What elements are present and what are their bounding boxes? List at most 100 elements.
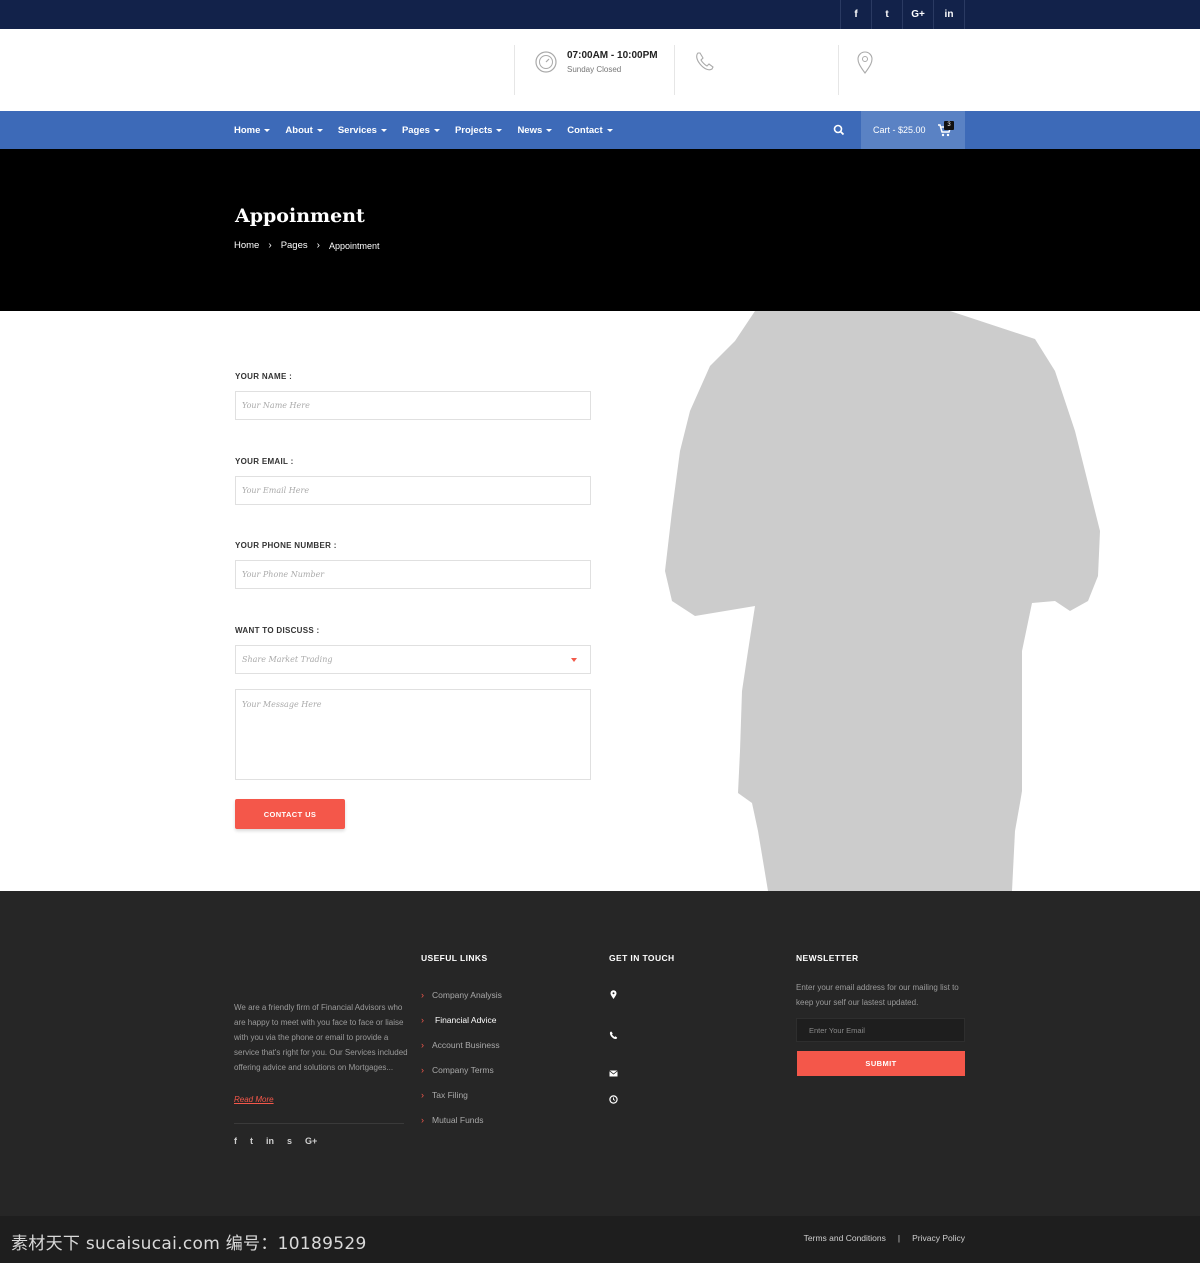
name-input[interactable]: Your Name Here xyxy=(235,391,591,420)
linkedin-icon[interactable]: in xyxy=(266,1136,274,1146)
phone-block xyxy=(692,49,718,75)
chevron-right-icon: › xyxy=(421,989,424,1000)
read-more-link[interactable]: Read More xyxy=(234,1095,274,1104)
nav-label: News xyxy=(517,124,543,136)
get-in-touch-heading: GET IN TOUCH xyxy=(609,953,675,963)
google-plus-icon[interactable]: G+ xyxy=(903,0,934,29)
chevron-down-icon xyxy=(433,128,440,132)
link-label: Account Business xyxy=(432,1039,500,1050)
message-textarea[interactable]: Your Message Here xyxy=(235,689,591,780)
nav-contact[interactable]: Contact xyxy=(567,125,613,136)
nav-projects[interactable]: Projects xyxy=(455,125,503,136)
chevron-right-icon: › xyxy=(316,240,320,251)
phone-input[interactable]: Your Phone Number xyxy=(235,560,591,589)
chevron-right-icon: › xyxy=(421,1014,424,1025)
main-nav: Home About Services Pages Projects News … xyxy=(0,111,1200,149)
facebook-icon[interactable]: f xyxy=(234,1136,237,1146)
footer-link[interactable]: › Mutual Funds xyxy=(421,1107,502,1132)
divider xyxy=(674,45,675,95)
newsletter-email-input[interactable]: Enter Your Email xyxy=(796,1018,965,1042)
footer-link[interactable]: › Account Business xyxy=(421,1032,502,1057)
chevron-right-icon: › xyxy=(421,1089,424,1100)
nav-services[interactable]: Services xyxy=(338,125,387,136)
chevron-right-icon: › xyxy=(421,1114,424,1125)
footer-link[interactable]: › Company Analysis xyxy=(421,982,502,1007)
phone-placeholder: Your Phone Number xyxy=(242,570,325,579)
top-social-links: f t G+ in xyxy=(840,0,965,29)
phone-label: YOUR PHONE NUMBER : xyxy=(235,541,337,550)
nav-label: About xyxy=(285,124,313,136)
envelope-icon xyxy=(609,1065,618,1077)
nav-label: Home xyxy=(234,124,261,136)
separator: | xyxy=(897,1233,901,1243)
bottom-bar: 素材天下 sucaisucai.com 编号：10189529 Terms an… xyxy=(0,1216,1200,1263)
footer-link[interactable]: › Financial Advice xyxy=(421,1007,502,1032)
chevron-down-icon xyxy=(380,128,387,132)
chevron-down-icon xyxy=(496,128,503,132)
name-placeholder: Your Name Here xyxy=(242,401,310,410)
email-input[interactable]: Your Email Here xyxy=(235,476,591,505)
hours-title: 07:00AM - 10:00PM xyxy=(567,50,658,61)
location-block xyxy=(852,49,878,75)
breadcrumb-current: Appointment xyxy=(328,240,380,251)
nav-news[interactable]: News xyxy=(517,124,553,136)
footer-link[interactable]: › Company Terms xyxy=(421,1057,502,1082)
nav-about[interactable]: About xyxy=(285,124,323,136)
breadcrumb-pages[interactable]: Pages xyxy=(281,240,308,251)
email-label: YOUR EMAIL : xyxy=(235,457,294,466)
link-label: Mutual Funds xyxy=(432,1114,484,1125)
link-label: Company Analysis xyxy=(432,989,502,1000)
chevron-down-icon xyxy=(546,128,553,132)
chevron-down-icon xyxy=(316,128,323,132)
breadcrumb-home[interactable]: Home xyxy=(234,240,259,251)
contact-us-button[interactable]: CONTACT US xyxy=(235,799,345,829)
newsletter-text: Enter your email address for our mailing… xyxy=(796,983,959,1007)
cart-button[interactable]: Cart - $25.00 3 xyxy=(861,111,965,149)
hours-block: 07:00AM - 10:00PM Sunday Closed xyxy=(533,49,658,75)
discuss-select[interactable]: Share Market Trading xyxy=(235,645,591,674)
link-label: Company Terms xyxy=(432,1064,494,1075)
linkedin-icon[interactable]: in xyxy=(934,0,965,29)
footer-link[interactable]: › Tax Filing xyxy=(421,1082,502,1107)
privacy-link[interactable]: Privacy Policy xyxy=(912,1233,965,1243)
skype-icon[interactable]: s xyxy=(287,1136,292,1146)
top-bar: f t G+ in xyxy=(0,0,1200,29)
page-title: Appoinment xyxy=(235,205,365,227)
clock-icon xyxy=(533,49,559,75)
nav-pages[interactable]: Pages xyxy=(402,125,440,136)
nav-label: Projects xyxy=(454,124,493,136)
appointment-section: YOUR NAME : Your Name Here YOUR EMAIL : … xyxy=(0,311,1200,891)
about-text: We are a friendly firm of Financial Advi… xyxy=(234,1003,408,1072)
message-placeholder: Your Message Here xyxy=(242,700,322,709)
divider xyxy=(234,1123,404,1124)
chevron-right-icon: › xyxy=(421,1039,424,1050)
phone-icon xyxy=(692,49,718,75)
newsletter-submit-button[interactable]: SUBMIT xyxy=(797,1051,965,1076)
useful-links-list: › Company Analysis › Financial Advice › Acc… xyxy=(421,982,502,1132)
chevron-down-icon xyxy=(606,128,613,132)
google-plus-icon[interactable]: G+ xyxy=(305,1136,317,1146)
page-title-banner: Appoinment Home › Pages › Appointment xyxy=(0,149,1200,311)
location-pin-icon xyxy=(852,49,878,75)
email-placeholder: Your Email Here xyxy=(242,486,310,495)
terms-link[interactable]: Terms and Conditions xyxy=(804,1233,886,1243)
cart-label: Cart - $25.00 xyxy=(873,125,926,135)
chevron-right-icon: › xyxy=(268,240,272,251)
chevron-right-icon: › xyxy=(421,1064,424,1075)
useful-links-heading: USEFUL LINKS xyxy=(421,953,488,963)
clock-icon xyxy=(609,1091,618,1104)
divider xyxy=(514,45,515,95)
nav-home[interactable]: Home xyxy=(234,124,271,136)
facebook-icon[interactable]: f xyxy=(841,0,872,29)
twitter-icon[interactable]: t xyxy=(250,1136,253,1146)
link-label: Financial Advice xyxy=(435,1014,497,1025)
phone-icon xyxy=(609,1027,618,1040)
header-info: 07:00AM - 10:00PM Sunday Closed xyxy=(0,29,1200,111)
link-label: Tax Filing xyxy=(432,1089,468,1100)
location-pin-icon xyxy=(609,986,618,999)
twitter-icon[interactable]: t xyxy=(872,0,903,29)
search-icon[interactable] xyxy=(832,123,846,137)
footer: We are a friendly firm of Financial Advi… xyxy=(0,891,1200,1216)
discuss-value: Share Market Trading xyxy=(242,655,333,664)
name-label: YOUR NAME : xyxy=(235,372,293,381)
